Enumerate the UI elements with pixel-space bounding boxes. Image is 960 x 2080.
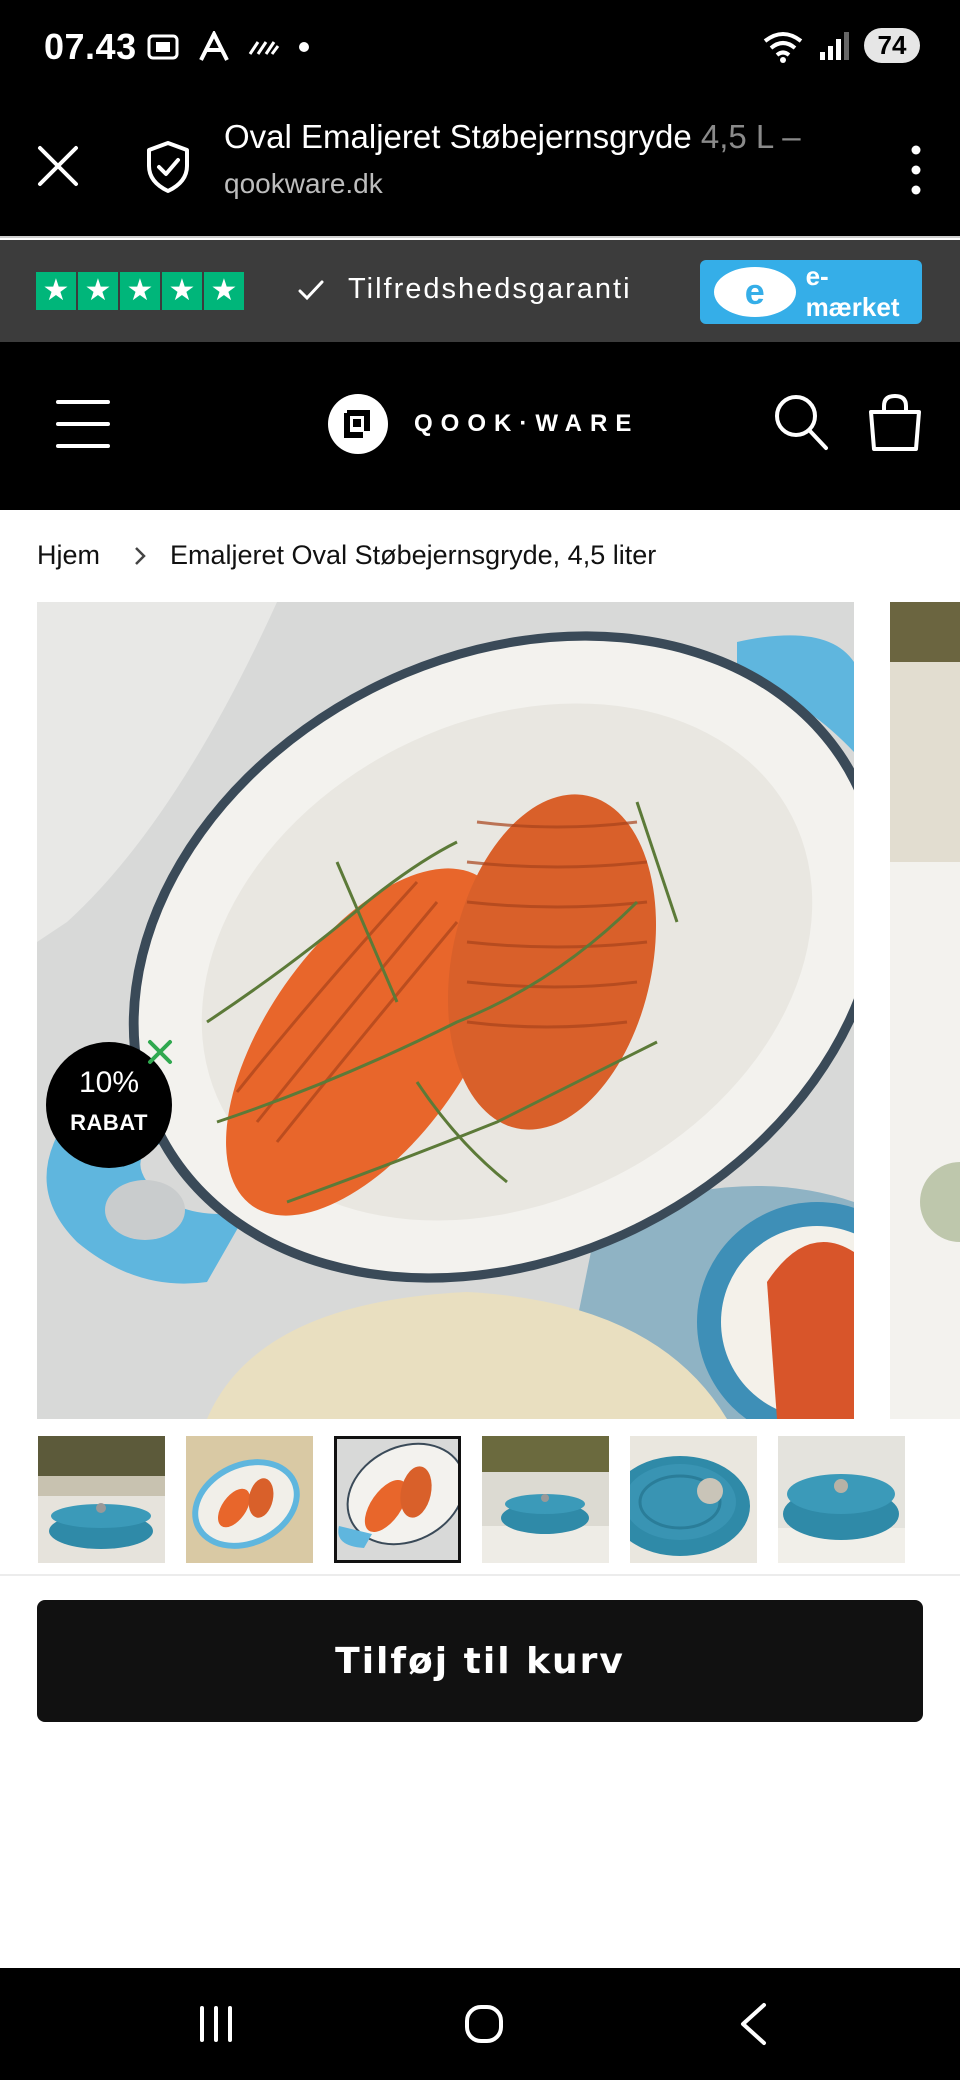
thumbnail-item[interactable]	[186, 1436, 313, 1563]
signal-slash-icon	[248, 41, 280, 55]
chevron-right-icon	[135, 546, 146, 565]
site-header: QOOK·WARE	[0, 342, 960, 510]
battery-indicator: 74	[864, 28, 920, 63]
breadcrumb: Hjem Emaljeret Oval Støbejernsgryde, 4,5…	[37, 540, 656, 571]
thumbnail-item[interactable]	[630, 1436, 757, 1563]
wifi-icon	[763, 31, 803, 63]
emaerket-badge[interactable]: e e-mærket	[700, 260, 922, 324]
browser-toolbar: Oval Emaljeret Støbejernsgryde 4,5 L – q…	[0, 100, 960, 238]
shopping-bag-icon[interactable]	[866, 392, 924, 452]
more-options-icon[interactable]	[896, 142, 936, 198]
breadcrumb-current: Emaljeret Oval Støbejernsgryde, 4,5 lite…	[170, 540, 657, 570]
menu-icon[interactable]	[56, 400, 110, 448]
thumbnail-strip	[38, 1436, 905, 1563]
guarantee-label: Tilfredshedsgaranti	[348, 273, 632, 305]
back-icon[interactable]	[738, 2002, 768, 2046]
dot-icon	[299, 42, 309, 52]
home-icon[interactable]	[464, 2004, 504, 2044]
star-icon: ★	[78, 272, 118, 310]
product-next-image[interactable]	[890, 602, 960, 1419]
cell-signal-icon	[820, 31, 849, 60]
app-a-icon	[199, 31, 229, 61]
add-to-cart-button[interactable]: Tilføj til kurv	[37, 1600, 923, 1722]
shield-check-icon[interactable]	[144, 140, 192, 194]
discount-label: RABAT	[70, 1110, 148, 1135]
product-main-image[interactable]	[37, 602, 854, 1419]
logo-text: QOOK·WARE	[414, 410, 640, 437]
logo-mark-icon	[328, 394, 388, 454]
trust-bar: ★ ★ ★ ★ ★ Tilfredshedsgaranti e e-mærket	[0, 240, 960, 342]
trustpilot-rating[interactable]: ★ ★ ★ ★ ★	[36, 272, 244, 310]
status-time: 07.43	[44, 26, 137, 67]
emaerket-label: e-mærket	[805, 261, 900, 322]
page-url[interactable]: qookware.dk	[224, 168, 383, 200]
thumbnail-item[interactable]	[482, 1436, 609, 1563]
star-icon: ★	[120, 272, 160, 310]
checkmark-icon	[298, 280, 324, 300]
star-icon: ★	[36, 272, 76, 310]
notification-icons	[146, 30, 310, 64]
screenshot-icon	[147, 34, 179, 60]
star-icon: ★	[162, 272, 202, 310]
page-title-suffix: 4,5 L –	[700, 118, 801, 155]
search-icon[interactable]	[772, 392, 830, 452]
thumbnail-item[interactable]	[38, 1436, 165, 1563]
site-logo[interactable]: QOOK·WARE	[328, 394, 639, 454]
system-icons: 74	[762, 28, 920, 63]
thumbnail-item[interactable]	[778, 1436, 905, 1563]
close-icon[interactable]	[36, 144, 80, 188]
discount-percent: 10%	[78, 1066, 140, 1099]
divider	[0, 1574, 960, 1576]
thumbnail-item-active[interactable]	[334, 1436, 461, 1563]
page-title-main: Oval Emaljeret Støbejernsgryde	[224, 118, 692, 155]
breadcrumb-home[interactable]: Hjem	[37, 540, 100, 571]
star-icon: ★	[204, 272, 244, 310]
status-bar: 07.43 74	[0, 0, 960, 100]
system-nav-bar	[0, 1968, 960, 2080]
recent-apps-icon[interactable]	[196, 2006, 236, 2042]
satisfaction-guarantee: Tilfredshedsgaranti	[298, 273, 632, 306]
page-title: Oval Emaljeret Støbejernsgryde 4,5 L –	[224, 118, 824, 156]
close-icon[interactable]	[146, 1038, 174, 1066]
emaerket-logo-icon: e	[714, 267, 796, 317]
